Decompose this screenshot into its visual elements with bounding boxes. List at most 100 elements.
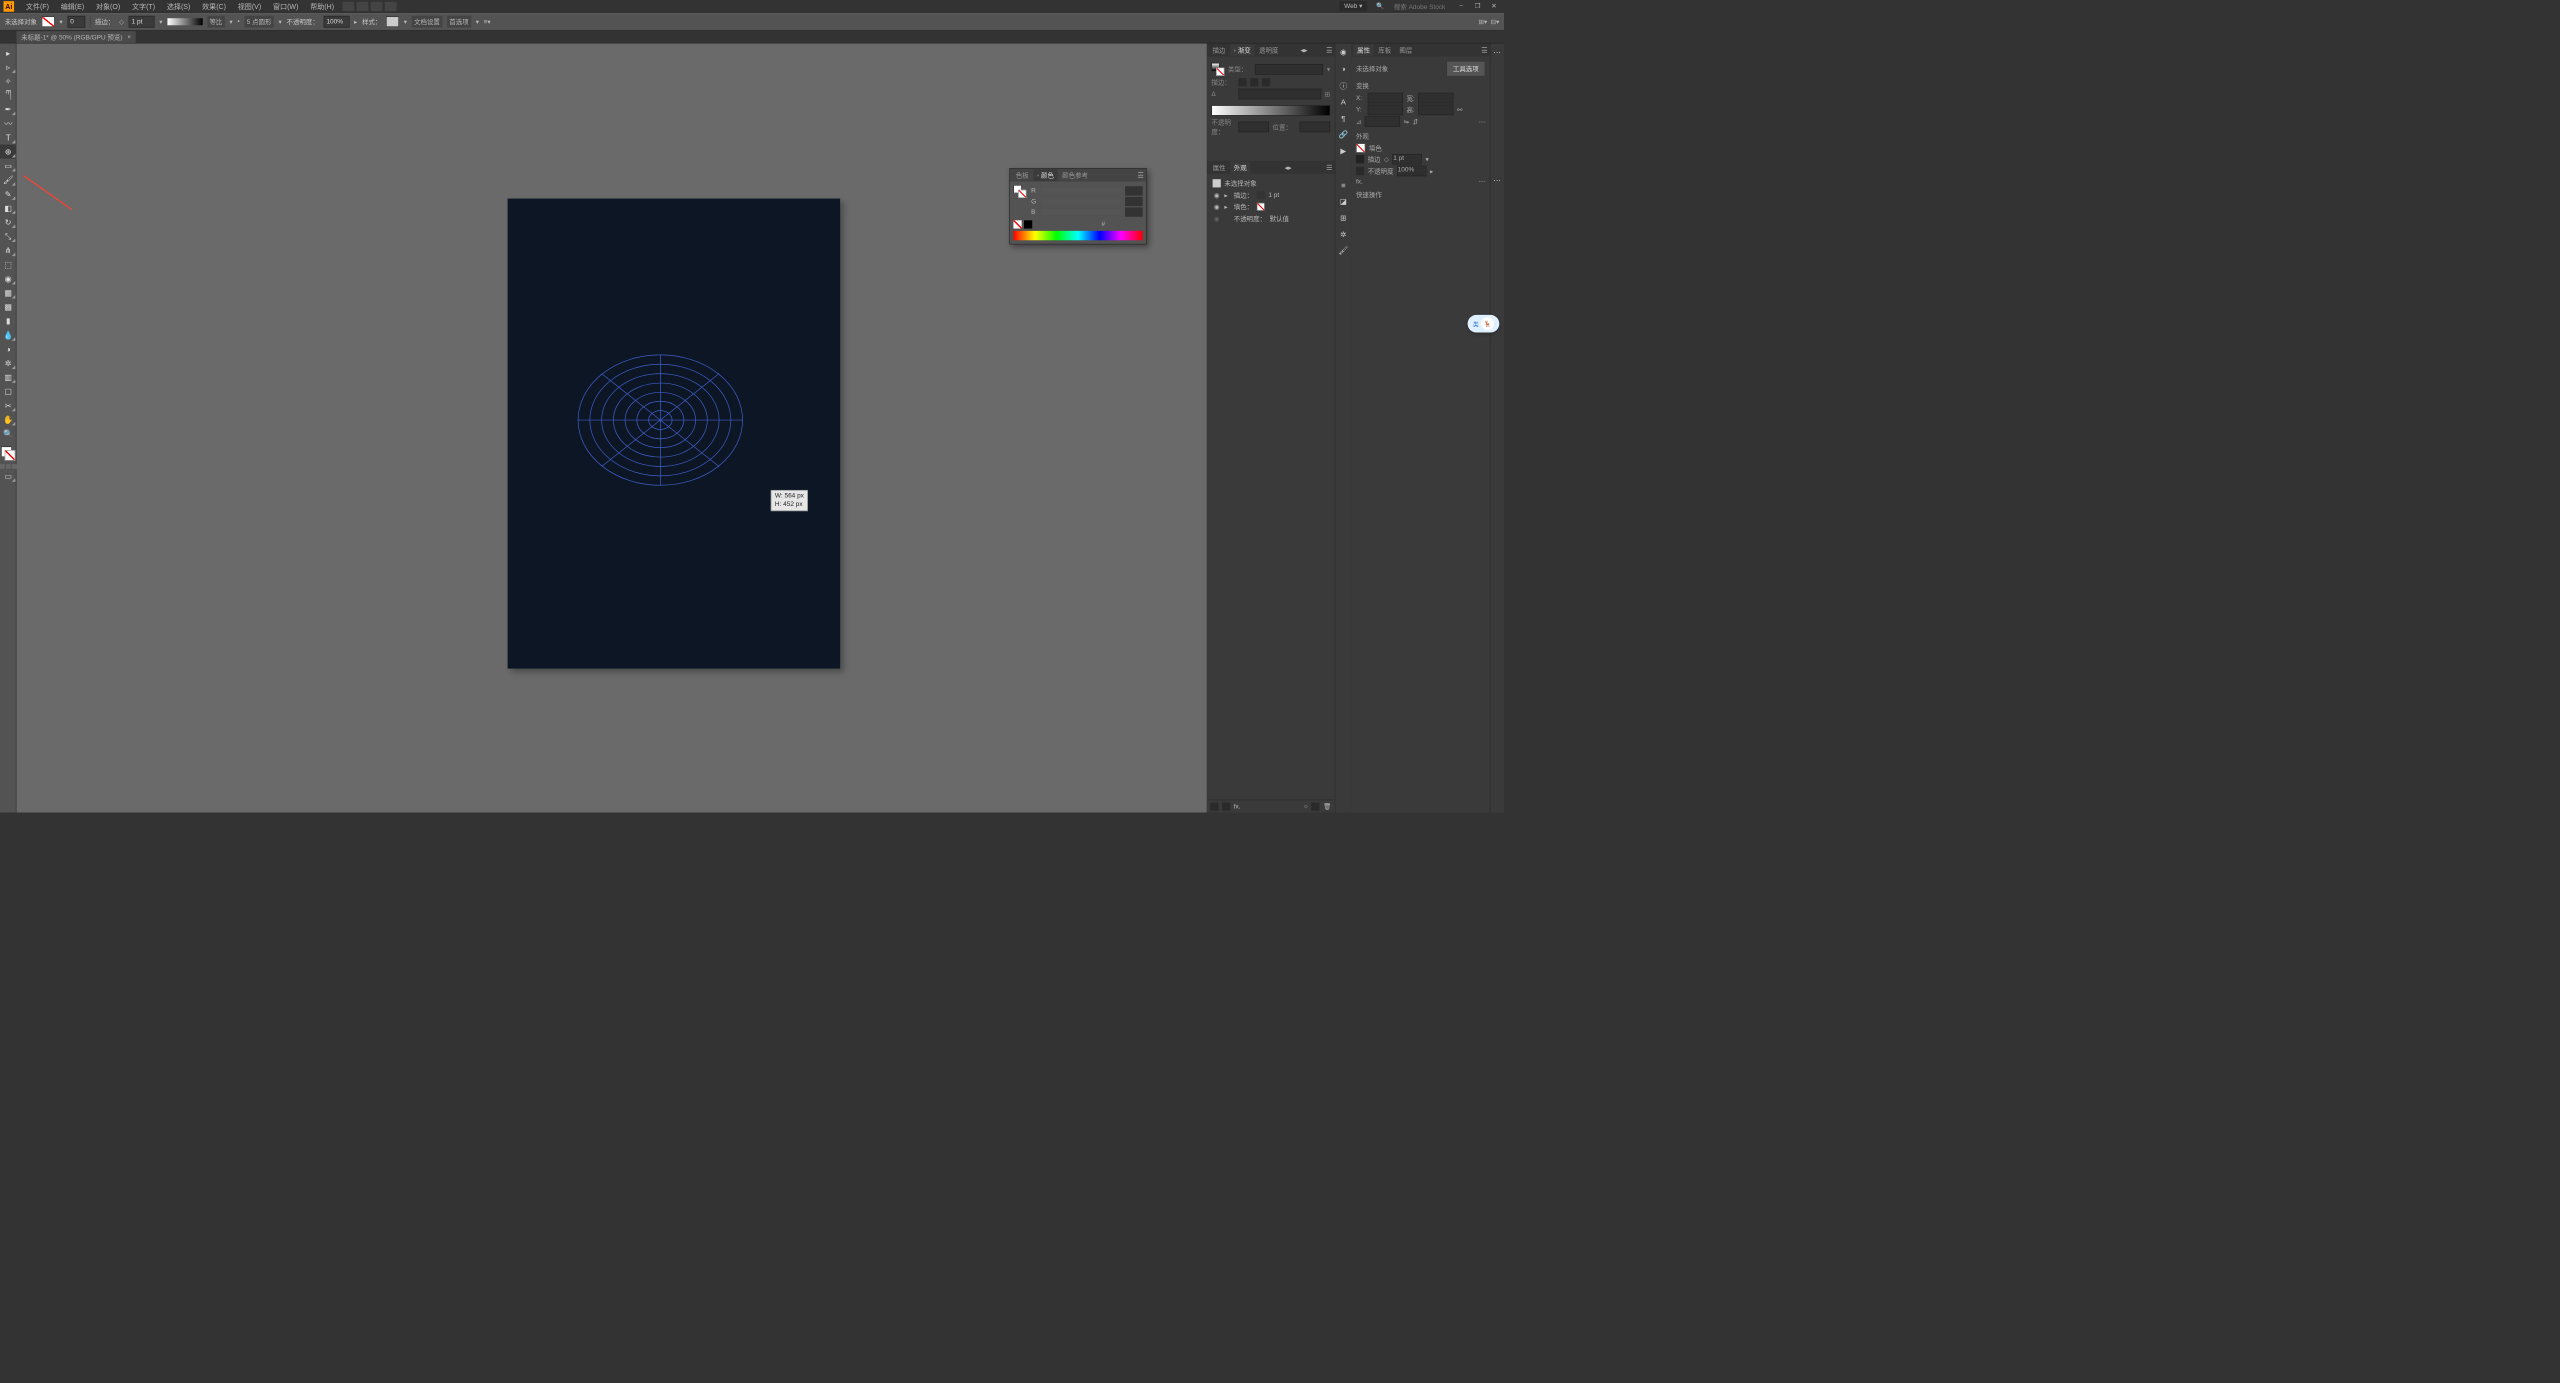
fill-opacity-input[interactable] (67, 16, 85, 28)
duplicate-icon[interactable] (1311, 802, 1319, 810)
panel-menu-icon[interactable]: ☰ (1138, 171, 1144, 179)
panel-menu-icon[interactable]: ☰ (1326, 46, 1332, 54)
r-value[interactable] (1125, 186, 1143, 195)
arrange-docs-icon[interactable] (371, 1, 383, 10)
zoom-tool[interactable]: 🔍 (0, 427, 16, 441)
menu-object[interactable]: 对象(O) (90, 1, 126, 11)
g-slider[interactable] (1042, 199, 1122, 205)
opacity-input[interactable] (324, 16, 350, 28)
mesh-tool[interactable]: ▩ (0, 300, 16, 314)
y-input[interactable] (1368, 105, 1403, 116)
scale-tool[interactable]: ⤡ (0, 229, 16, 243)
new-stroke-icon[interactable] (1210, 802, 1218, 810)
angle-input[interactable] (1238, 89, 1321, 100)
flip-h-icon[interactable]: ⇋ (1404, 118, 1409, 126)
window-restore[interactable]: ❐ (1471, 1, 1484, 10)
menu-select[interactable]: 选择(S) (161, 1, 196, 11)
x-input[interactable] (1368, 93, 1403, 104)
tab-transparency-panel[interactable]: 透明度 (1255, 44, 1281, 56)
symbols-icon[interactable]: ✲ (1338, 229, 1349, 240)
color-panel-floating[interactable]: 色板 ◦ 颜色 颜色参考 ☰ R G B # (1009, 168, 1146, 244)
stroke-type-3[interactable] (1262, 78, 1270, 86)
b-value[interactable] (1125, 207, 1143, 216)
stroke-color-swatch[interactable] (1257, 191, 1265, 199)
eraser-tool[interactable]: ◧ (0, 201, 16, 215)
align-icon[interactable]: ≡▾ (484, 18, 491, 26)
align-icon[interactable]: ≡ (1338, 180, 1349, 191)
rectangle-tool[interactable]: ▭ (0, 159, 16, 173)
panel-menu-icon[interactable]: ☰ (1326, 163, 1332, 171)
toggle-icon-2[interactable] (356, 1, 368, 10)
stop-opacity-input[interactable] (1238, 122, 1269, 133)
workspace-switcher[interactable]: Web ▾ (1339, 1, 1367, 11)
tab-color-guide[interactable]: 颜色参考 (1059, 169, 1092, 181)
fill-swatch[interactable] (42, 16, 55, 27)
close-tab-icon[interactable]: × (127, 33, 131, 40)
tab-props-mini[interactable]: 属性 (1209, 162, 1229, 174)
pen-tool[interactable]: ✒ (0, 102, 16, 116)
g-value[interactable] (1125, 197, 1143, 206)
brushes-icon[interactable]: 🖌 (1338, 246, 1349, 257)
type-tool[interactable]: T (0, 130, 16, 144)
artboard[interactable] (508, 199, 841, 669)
rotate-tool[interactable]: ↻ (0, 215, 16, 229)
link-wh-icon[interactable]: ⚯ (1457, 106, 1462, 114)
transform-icon[interactable]: ⊞ (1338, 213, 1349, 224)
gradient-bar[interactable] (1211, 105, 1330, 116)
shape-builder-tool[interactable]: ◉ (0, 271, 16, 285)
menu-help[interactable]: 帮助(H) (304, 1, 340, 11)
polar-grid-shape[interactable] (577, 354, 744, 487)
w-input[interactable] (1418, 93, 1453, 104)
prefs-button[interactable]: 首选项 (447, 16, 471, 28)
visibility-icon[interactable]: ◉ (1213, 191, 1221, 199)
stroke-weight-input[interactable] (129, 16, 155, 28)
stop-position-input[interactable] (1300, 122, 1331, 133)
links-icon[interactable]: 🔗 (1338, 129, 1349, 140)
tab-appearance[interactable]: 外观 (1230, 162, 1250, 174)
expand-icon[interactable]: ⋯ (1492, 47, 1503, 58)
props-fill-swatch[interactable] (1356, 143, 1365, 152)
profile-uniform[interactable]: 等比 (207, 16, 225, 28)
paragraph-icon[interactable]: ¶ (1338, 113, 1349, 124)
fill-color-swatch[interactable] (1257, 203, 1265, 211)
pathfinder-icon[interactable]: ◪ (1338, 196, 1349, 207)
spectrum-bar[interactable] (1013, 231, 1142, 240)
menu-view[interactable]: 视图(V) (232, 1, 267, 11)
pencil-tool[interactable]: ✎ (0, 187, 16, 201)
more-transform-icon[interactable]: ⋯ (1479, 118, 1485, 126)
flip-v-icon[interactable]: ⇵ (1413, 118, 1418, 126)
tab-gradient-panel[interactable]: ◦ 渐变 (1230, 44, 1254, 56)
menu-type[interactable]: 文字(T) (126, 1, 161, 11)
gradient-type-select[interactable] (1255, 64, 1323, 75)
menu-file[interactable]: 文件(F) (20, 1, 55, 11)
tab-layers[interactable]: 图层 (1396, 44, 1416, 56)
perspective-tool[interactable]: ▦ (0, 286, 16, 300)
document-tab[interactable]: 未标题-1* @ 50% (RGB/GPU 预览) × (16, 31, 135, 43)
more-appearance-icon[interactable]: ⋯ (1479, 177, 1485, 185)
polar-grid-tool[interactable]: ⊕ (0, 145, 16, 159)
new-fill-icon[interactable] (1222, 802, 1230, 810)
column-graph-tool[interactable]: ▥ (0, 370, 16, 384)
b-slider[interactable] (1042, 209, 1122, 215)
mini-fill-stroke[interactable] (1013, 185, 1026, 198)
direct-selection-tool[interactable]: ▹ (0, 60, 16, 74)
gradient-swatch[interactable] (1211, 63, 1224, 76)
doc-setup-button[interactable]: 文档设置 (412, 16, 443, 28)
window-minimize[interactable]: − (1455, 1, 1468, 10)
brush-def[interactable]: 5 点圆形 (244, 16, 273, 28)
tab-libraries[interactable]: 库板 (1375, 44, 1395, 56)
hand-tool[interactable]: ✋ (0, 412, 16, 426)
search-icon[interactable]: 🔍 (1376, 2, 1384, 10)
free-transform-tool[interactable]: ⬚ (0, 257, 16, 271)
menu-window[interactable]: 窗口(W) (267, 1, 304, 11)
paintbrush-tool[interactable]: 🖌 (0, 173, 16, 187)
curvature-tool[interactable]: 〰 (0, 116, 16, 130)
character-icon[interactable]: A (1338, 96, 1349, 107)
props-stroke-weight[interactable]: 1 pt (1393, 154, 1422, 165)
width-tool[interactable]: ⋔ (0, 243, 16, 257)
stroke-type-2[interactable] (1250, 78, 1258, 86)
info-icon[interactable]: ⓘ (1338, 80, 1349, 91)
stock-search-placeholder[interactable]: 搜索 Adobe Stock (1394, 1, 1445, 10)
screen-mode[interactable]: ▭ (0, 469, 16, 483)
r-slider[interactable] (1042, 188, 1122, 194)
